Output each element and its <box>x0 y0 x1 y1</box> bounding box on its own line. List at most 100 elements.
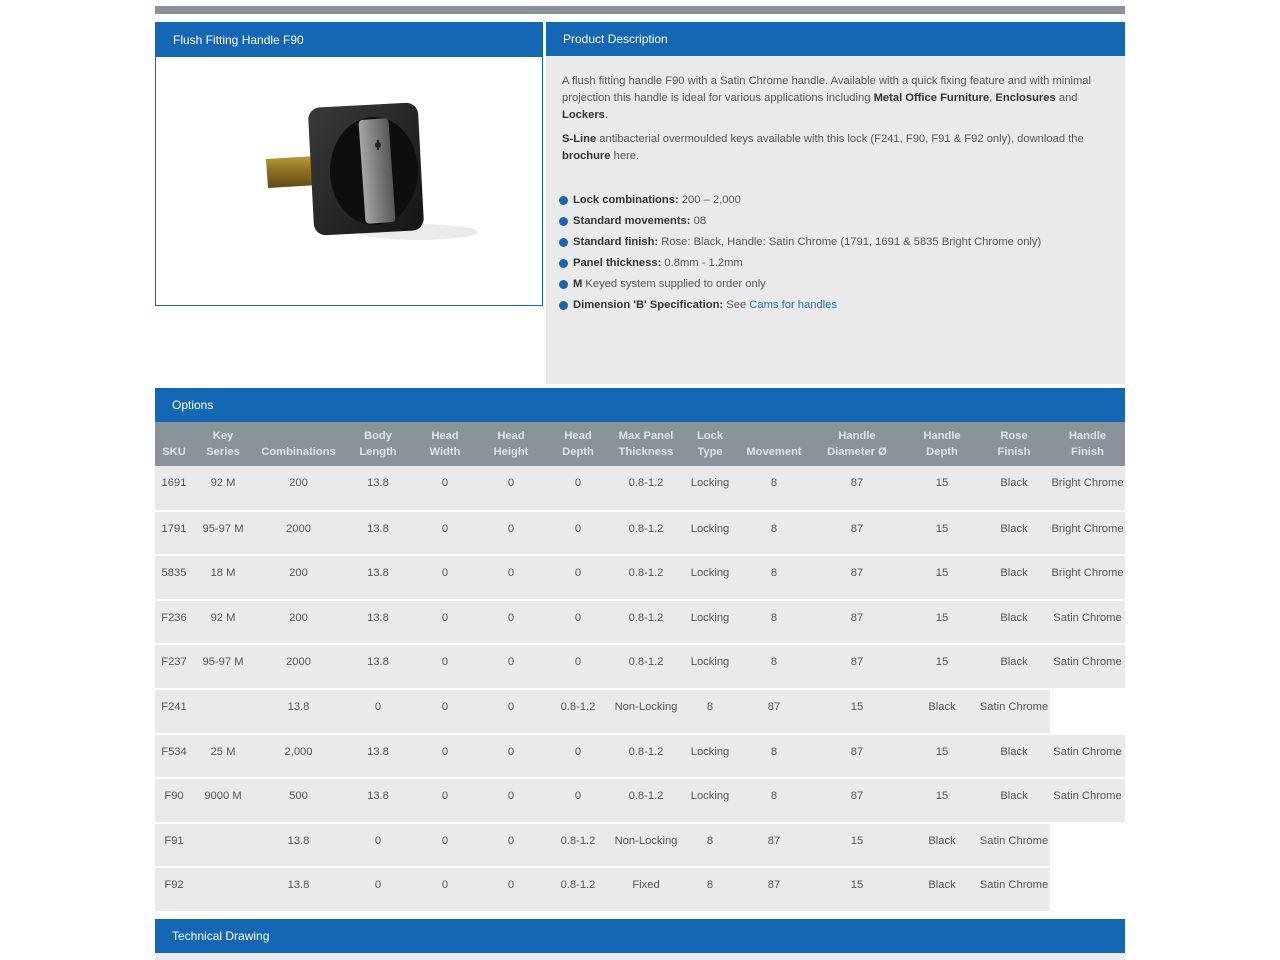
table-cell: 0.8-1.2 <box>544 822 612 869</box>
table-row: 1691 92 M 200 13.8 0 0 0 0.8-1.2 Locking 8 87 15 Bla… <box>155 466 1125 512</box>
options-body: 1691 92 M 200 13.8 0 0 0 0.8-1.2 Locking 8 87 15 Bla… <box>155 466 1125 913</box>
table-cell: 0.8-1.2 <box>544 867 612 913</box>
table-cell: Locking <box>680 778 740 824</box>
table-cell: Black <box>978 778 1050 824</box>
table-cell: 13.8 <box>344 644 412 690</box>
spec-bullet: Standard finish: Rose: Black, Handle: Sa… <box>559 232 1109 253</box>
table-cell: 92 M <box>193 599 253 646</box>
column-header-line: Handle <box>838 430 876 442</box>
table-cell: 0 <box>544 733 612 780</box>
table-row: F90 9000 M 500 13.8 0 0 0 0.8-1.2 Locking 8 87 15 Bl… <box>155 778 1125 824</box>
table-cell: Satin Chrome <box>978 688 1050 735</box>
text-run: here. <box>610 150 640 163</box>
bullet-dot-icon <box>559 279 568 289</box>
cams-for-handles-link[interactable]: Cams for handles <box>749 299 837 311</box>
table-cell: Locking <box>680 599 740 646</box>
sku-cell: 5835 <box>155 555 193 601</box>
product-image-panel: Flush Fitting Handle F90 <box>155 22 543 306</box>
sku-cell: F236 <box>155 599 193 646</box>
table-cell: 95-97 M <box>193 644 253 690</box>
text-run: antibacterial overmoulded keys available… <box>596 133 1084 146</box>
table-cell: 0.8-1.2 <box>612 510 680 557</box>
table-cell: Satin Chrome <box>978 867 1050 913</box>
column-header: Movement <box>740 422 808 466</box>
column-header-line: Max Panel <box>618 430 674 442</box>
table-row: F92 13.8 0 0 0 0.8-1.2 Fixed 8 87 15 Black Satin Ch… <box>155 867 1125 913</box>
table-cell: 87 <box>808 599 906 646</box>
table-cell: 8 <box>740 644 808 690</box>
bold-term: Metal Office Furniture <box>873 91 990 104</box>
table-cell: Black <box>906 822 978 869</box>
table-cell: Locking <box>680 733 740 780</box>
column-header: Combinations <box>253 422 344 466</box>
table-cell: 200 <box>253 599 344 646</box>
column-header-line: Movement <box>746 446 802 458</box>
table-cell: 95-97 M <box>193 510 253 557</box>
table-cell: 13.8 <box>344 778 412 824</box>
product-description-title: Product Description <box>546 22 1125 56</box>
table-cell: 87 <box>740 688 808 735</box>
column-header: Lock Type <box>680 422 740 466</box>
table-cell: 87 <box>740 867 808 913</box>
table-cell: 13.8 <box>344 466 412 512</box>
column-header-line: Series <box>206 446 240 458</box>
spec-bullet: Dimension 'B' Specification: See Cams fo… <box>559 295 1109 316</box>
table-cell: 0.8-1.2 <box>544 688 612 735</box>
table-cell: 15 <box>906 778 978 824</box>
table-cell: Fixed <box>612 867 680 913</box>
sku-cell: 1691 <box>155 466 193 512</box>
table-cell: 15 <box>808 822 906 869</box>
table-cell: 8 <box>740 510 808 557</box>
spec-bullet: Panel thickness: 0.8mm - 1.2mm <box>559 253 1109 274</box>
table-cell: 0 <box>412 466 478 512</box>
spec-value: Keyed system supplied to order only <box>582 277 766 290</box>
flush-handle-photo <box>266 102 478 240</box>
column-header: Head Width <box>412 422 478 466</box>
table-cell: 8 <box>740 733 808 780</box>
table-row: F237 95-97 M 2000 13.8 0 0 0 0.8-1.2 Locking 8 87 1… <box>155 644 1125 690</box>
table-cell: 0 <box>478 510 544 557</box>
table-cell: Black <box>978 644 1050 690</box>
table-cell: 8 <box>680 822 740 869</box>
table-cell: 15 <box>808 867 906 913</box>
table-cell: Black <box>906 867 978 913</box>
table-cell: 0 <box>412 822 478 869</box>
table-cell: 87 <box>808 510 906 557</box>
table-cell: 0 <box>344 688 412 735</box>
spec-value: 0.8mm - 1.2mm <box>661 256 743 269</box>
options-panel: Options SKU Key Series Combinations Body Len… <box>155 388 1125 913</box>
table-row: F91 13.8 0 0 0 0.8-1.2 Non-Locking 8 87 15 Black Sa… <box>155 822 1125 869</box>
table-cell: 9000 M <box>193 778 253 824</box>
table-cell: 87 <box>808 555 906 601</box>
column-header-line: Rose <box>1000 430 1028 442</box>
table-cell: 0 <box>544 466 612 512</box>
column-header: Key Series <box>193 422 253 466</box>
column-header-line: Combinations <box>261 446 336 458</box>
table-cell: 13.8 <box>344 555 412 601</box>
bullet-dot-icon <box>559 237 568 247</box>
table-cell: 8 <box>680 867 740 913</box>
bold-term: Enclosures <box>995 91 1056 104</box>
column-header-line <box>297 430 300 442</box>
sku-cell: F92 <box>155 867 193 913</box>
table-cell <box>193 822 253 869</box>
table-cell: 87 <box>808 644 906 690</box>
column-header: Head Height <box>478 422 544 466</box>
column-header-line: Length <box>359 446 397 458</box>
table-cell: 0 <box>412 688 478 735</box>
table-cell: 0.8-1.2 <box>612 555 680 601</box>
sku-cell: F241 <box>155 688 193 735</box>
table-cell: 0.8-1.2 <box>612 733 680 780</box>
table-cell: 13.8 <box>344 733 412 780</box>
technical-drawing-body <box>155 953 1125 960</box>
technical-drawing-title: Technical Drawing <box>155 919 1125 953</box>
table-cell: Bright Chrome <box>1050 510 1125 557</box>
bullet-dot-icon <box>559 300 568 310</box>
table-cell <box>1050 688 1125 735</box>
bold-term: S-Line <box>562 133 597 146</box>
spec-value: 08 <box>690 214 707 227</box>
column-header-line: Thickness <box>618 446 674 458</box>
bold-term: brochure <box>562 150 611 163</box>
text-run: and <box>1055 91 1078 104</box>
spec-label: M <box>573 277 583 290</box>
